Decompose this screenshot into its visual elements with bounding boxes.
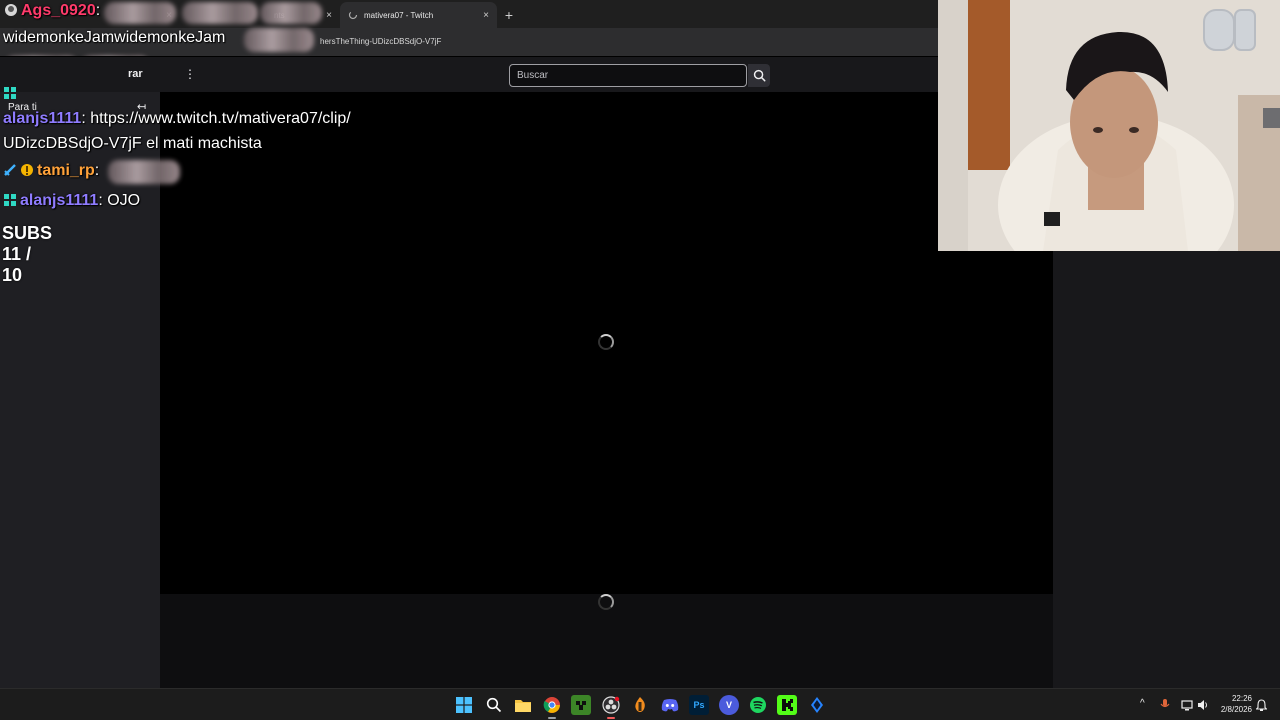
chat-username[interactable]: alanjs1111	[20, 192, 98, 209]
chat-username[interactable]: tami_rp	[37, 162, 95, 179]
spotify-icon[interactable]	[748, 695, 768, 715]
loading-spinner-icon	[598, 334, 614, 350]
discord-icon[interactable]	[660, 695, 680, 715]
network-icon[interactable]	[1181, 699, 1193, 711]
censor-blur	[104, 2, 176, 24]
chat-username[interactable]: alanjs1111	[3, 110, 81, 127]
file-explorer-icon[interactable]	[513, 695, 533, 715]
photoshop-icon[interactable]: Ps	[689, 695, 709, 715]
microphone-icon[interactable]	[1160, 699, 1170, 711]
chat-message: alanjs1111: OJO	[3, 191, 140, 211]
sub-badge-icon	[4, 87, 16, 99]
volume-icon[interactable]	[1197, 699, 1209, 711]
address-url[interactable]: hersTheThing-UDizcDBSdjO-V7jF	[320, 37, 441, 46]
tray-overflow-icon[interactable]: ^	[1140, 698, 1145, 709]
chat-message: Ags_0920:	[4, 1, 100, 21]
chat-separator: :	[95, 2, 101, 19]
chat-username[interactable]: Ags_0920	[21, 2, 96, 19]
censor-blur	[108, 160, 180, 184]
clock-date: 2/8/2026	[1220, 705, 1252, 714]
twitch-top-nav: rar ⋮ Buscar	[0, 56, 1053, 92]
subs-goal-counter: SUBS 11 / 10	[2, 223, 53, 285]
fl-studio-icon[interactable]	[630, 695, 650, 715]
gold-badge-icon	[21, 164, 33, 176]
censor-blur	[260, 2, 322, 24]
chat-message: UDizcDBSdjO-V7jF el mati machista	[3, 134, 262, 154]
chat-message: tami_rp:	[3, 161, 99, 181]
close-tab-icon[interactable]: ×	[326, 10, 332, 21]
nav-explore-link[interactable]: rar	[128, 68, 143, 80]
chat-separator: :	[94, 162, 100, 179]
minecraft-icon[interactable]	[571, 695, 591, 715]
sword-badge-icon	[4, 164, 16, 176]
browser-tab-active[interactable]: mativera07 - Twitch ×	[340, 2, 497, 28]
active-app-indicator	[607, 717, 615, 719]
sourcetree-icon[interactable]	[807, 695, 827, 715]
chat-message: widemonkeJamwidemonkeJam	[3, 28, 225, 48]
search-button[interactable]	[748, 64, 770, 87]
screen: × nts × mativera07 - Twitch × + hersTheT…	[0, 0, 1280, 720]
chat-message	[3, 84, 20, 104]
system-clock[interactable]: 22:26 2/8/2026	[1214, 693, 1252, 715]
chat-text: OJO	[102, 192, 141, 209]
chat-text: UDizcDBSdjO-V7jF el mati machista	[3, 135, 262, 152]
loading-favicon-icon	[348, 10, 358, 20]
clock-time: 22:26	[1231, 694, 1252, 703]
video-player[interactable]	[160, 92, 1053, 594]
loading-spinner-icon	[598, 594, 614, 610]
kick-icon[interactable]	[777, 695, 797, 715]
notification-bell-icon[interactable]	[1256, 699, 1267, 711]
sub-badge-icon	[4, 194, 16, 206]
more-menu-icon[interactable]: ⋮	[184, 67, 196, 81]
search-input[interactable]: Buscar	[509, 64, 747, 87]
windows-start-icon[interactable]	[454, 695, 474, 715]
chrome-icon[interactable]	[542, 695, 562, 715]
user-avatar-icon	[5, 4, 17, 16]
browser-tab-label: mativera07 - Twitch	[364, 10, 434, 20]
webcam-overlay	[938, 0, 1280, 251]
search-icon	[753, 69, 765, 82]
chat-message: alanjs1111: https://www.twitch.tv/mative…	[3, 109, 351, 129]
search-placeholder: Buscar	[517, 70, 549, 81]
chat-panel	[1053, 251, 1280, 688]
censor-blur	[182, 2, 258, 24]
active-app-indicator	[548, 717, 556, 719]
webcam-feed	[938, 0, 1280, 251]
windows-taskbar: Ps V ^ 22:26 2/8/2026	[0, 688, 1280, 720]
obs-icon[interactable]	[601, 695, 621, 715]
chat-emote-text: widemonkeJamwidemonkeJam	[3, 29, 226, 46]
search-icon[interactable]	[484, 695, 504, 715]
new-tab-button[interactable]: +	[497, 2, 521, 28]
vivaldi-icon[interactable]: V	[719, 695, 739, 715]
close-tab-icon[interactable]: ×	[483, 10, 489, 21]
chat-text: https://www.twitch.tv/mativera07/clip/	[85, 110, 351, 127]
channel-info-area	[160, 594, 1053, 688]
censor-blur	[244, 28, 314, 52]
